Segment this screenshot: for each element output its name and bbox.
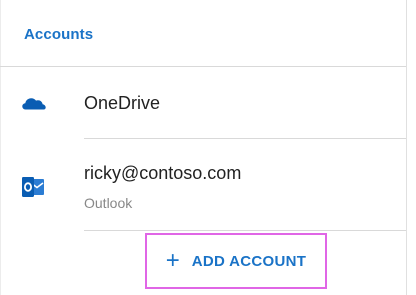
row-divider [84, 230, 406, 231]
account-name: OneDrive [84, 93, 161, 113]
add-account-button[interactable]: + ADD ACCOUNT [147, 235, 325, 287]
onedrive-cloud-icon [22, 98, 46, 110]
account-type-label: Outlook [84, 195, 133, 211]
section-title-accounts: Accounts [24, 26, 94, 43]
plus-icon: + [165, 247, 180, 274]
accounts-panel: Accounts OneDrive ricky@contoso.com Outl… [0, 0, 407, 295]
outlook-icon [22, 177, 44, 197]
account-row-outlook[interactable]: ricky@contoso.com Outlook [0, 139, 406, 230]
add-account-label: ADD ACCOUNT [191, 252, 307, 270]
account-email: ricky@contoso.com [84, 163, 242, 183]
account-row-onedrive[interactable]: OneDrive [0, 67, 406, 138]
